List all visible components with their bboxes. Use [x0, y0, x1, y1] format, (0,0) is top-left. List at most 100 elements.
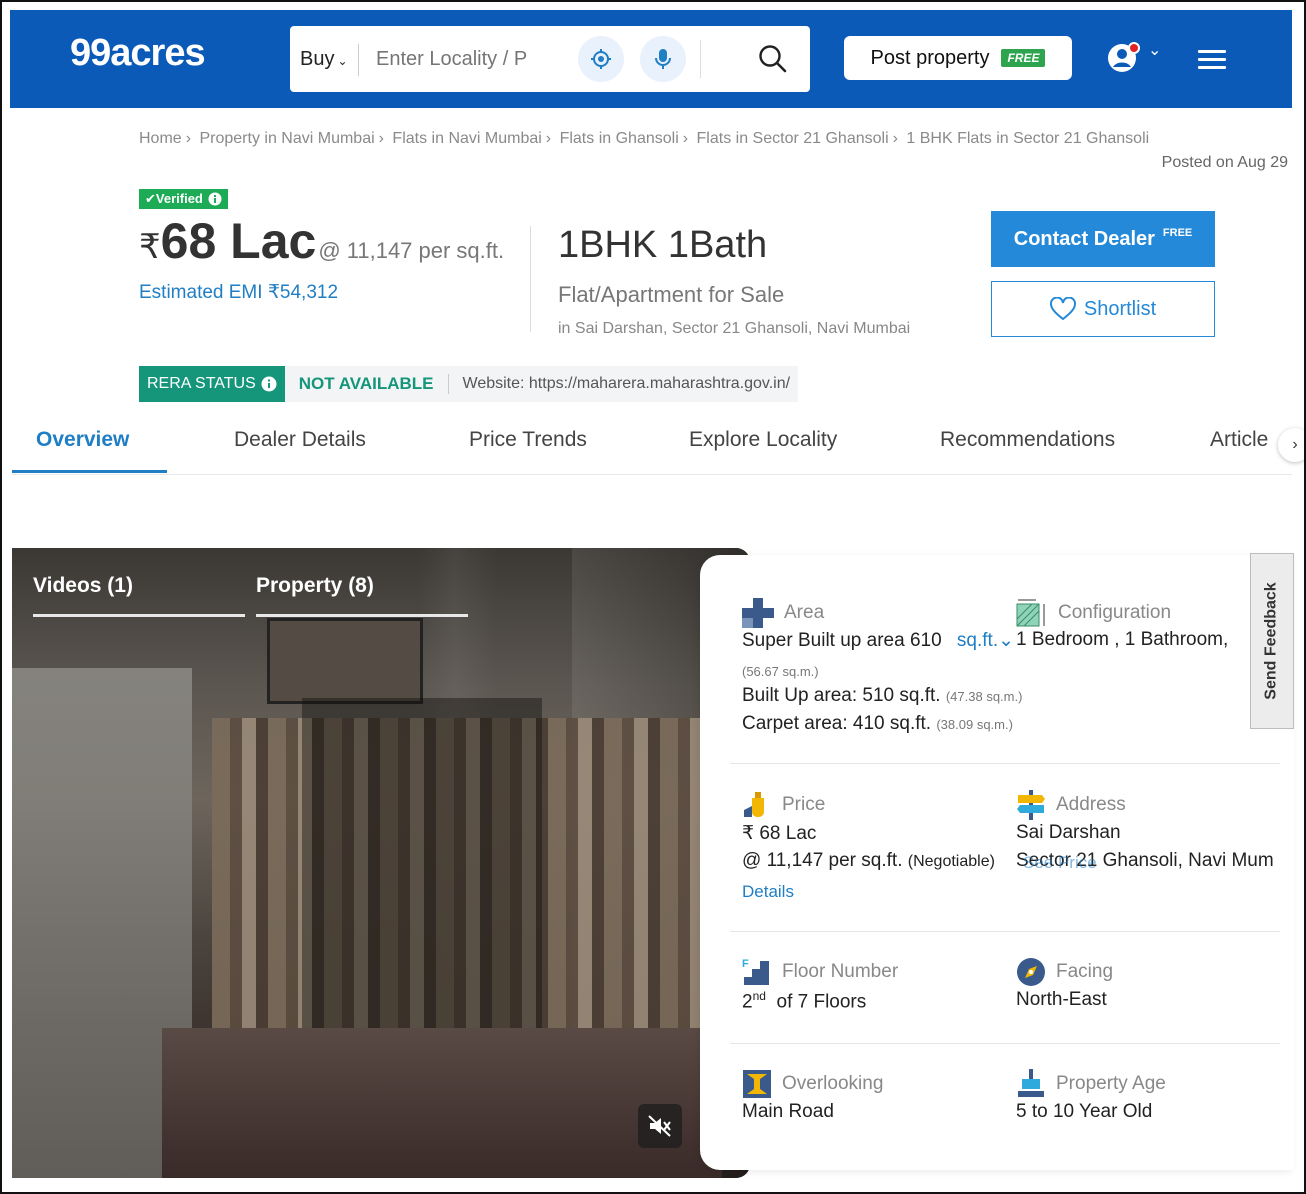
site-logo[interactable]: 99acres — [70, 32, 206, 75]
user-menu-button[interactable] — [1106, 40, 1142, 81]
section-tabs: Overview Dealer Details Price Trends Exp… — [12, 416, 1304, 475]
facing-value: North-East — [1016, 989, 1107, 1010]
price-per-sqft: @ 11,147 per sq.ft. — [318, 238, 505, 263]
mute-toggle-button[interactable] — [638, 1104, 682, 1148]
rera-status-value: NOT AVAILABLE — [285, 374, 449, 394]
floor-number: 2 — [742, 991, 753, 1013]
shortlist-button[interactable]: Shortlist — [991, 281, 1215, 337]
chevron-down-icon[interactable]: ⌄ — [1148, 40, 1161, 60]
signpost-icon — [1017, 790, 1045, 820]
price-details-link-text[interactable]: Details — [742, 882, 794, 901]
post-property-button[interactable]: Post property FREE — [844, 36, 1072, 80]
microphone-icon — [655, 49, 671, 69]
overlooking-label: Overlooking — [782, 1073, 884, 1094]
tab-dealer-details[interactable]: Dealer Details — [234, 428, 366, 452]
tab-recommendations[interactable]: Recommendations — [940, 428, 1115, 452]
tabs-scroll-right-button[interactable]: › — [1278, 428, 1304, 462]
super-built-up-sqm: (56.67 sq.m.) — [742, 664, 819, 679]
property-type: Flat/Apartment for Sale — [558, 282, 785, 307]
video-frame-painting — [267, 618, 423, 704]
breadcrumb-item[interactable]: Flats in Sector 21 Ghansoli — [697, 130, 889, 147]
super-built-up-value: Super Built up area 610 — [742, 630, 942, 651]
facing-label-row: Facing — [1016, 958, 1113, 986]
carpet-sqm: (38.09 sq.m.) — [936, 717, 1013, 732]
page-frame: 99acres Buy⌄ Post property FREE ⌄ — [0, 0, 1306, 1194]
hamburger-menu-button[interactable] — [1198, 50, 1226, 74]
buy-dropdown[interactable]: Buy ⌄ — [300, 48, 348, 71]
shortlist-label: Shortlist — [1083, 297, 1157, 320]
info-icon[interactable] — [261, 376, 277, 392]
area-label: Area — [784, 602, 825, 623]
unit-toggle-link[interactable]: sq.ft. — [957, 630, 998, 651]
area-section: Area — [742, 598, 1022, 628]
property-location: in Sai Darshan, Sector 21 Ghansoli, Navi… — [558, 320, 911, 337]
free-badge: FREE — [1001, 49, 1046, 67]
breadcrumb-item[interactable]: Flats in Ghansoli — [560, 130, 679, 147]
floor-number-icon: F — [742, 958, 769, 985]
svg-text:F: F — [742, 958, 749, 970]
breadcrumb-item[interactable]: Home — [139, 130, 182, 147]
verified-label: ✔Verified — [145, 191, 203, 206]
menu-bar — [1198, 58, 1226, 61]
menu-bar — [1198, 66, 1226, 69]
address-label: Address — [1056, 794, 1126, 815]
address-section: Address — [1016, 790, 1126, 820]
breadcrumb-item: 1 BHK Flats in Sector 21 Ghansoli — [906, 130, 1150, 147]
buy-dropdown-label: Buy — [300, 48, 335, 70]
price-detail-value: ₹ 68 Lac — [742, 823, 817, 844]
locality-search-input[interactable] — [374, 40, 558, 78]
facing-label: Facing — [1056, 961, 1114, 982]
breadcrumb: Home › Property in Navi Mumbai › Flats in … — [139, 130, 1149, 148]
facing-section: Facing — [1016, 958, 1113, 986]
contact-dealer-button[interactable]: Contact Dealer FREE — [991, 211, 1215, 267]
breadcrumb-item[interactable]: Property in Navi Mumbai — [199, 130, 374, 147]
floor-plan-icon — [1016, 599, 1045, 627]
floor-label: Floor Number — [782, 961, 899, 982]
price-value: 68 Lac — [160, 213, 317, 269]
verified-badge: ✔Verified — [139, 189, 228, 209]
area-icon — [742, 598, 774, 628]
rera-status-bar: RERA STATUS NOT AVAILABLE Website: https… — [139, 366, 799, 402]
voice-search-button[interactable] — [640, 36, 686, 82]
media-tab-underline — [256, 614, 468, 617]
send-feedback-button[interactable]: Send Feedback — [1250, 553, 1294, 729]
see-price-overlay-link[interactable]: See Price — [1023, 853, 1097, 873]
chevron-right-icon: › — [1292, 436, 1298, 453]
super-built-up-area: Super Built up area 610 sq.ft.⌄ — [742, 629, 1014, 652]
breadcrumb-separator: › — [892, 130, 898, 147]
price-per-sqft-detail: @ 11,147 per sq.ft. (Negotiable) — [742, 850, 995, 872]
building-age-icon — [1018, 1069, 1044, 1097]
locate-me-button[interactable] — [578, 36, 624, 82]
price-label: Price — [782, 794, 826, 815]
address-line1: Sai Darshan — [1016, 822, 1121, 843]
posted-date: Posted on Aug 29 — [1161, 154, 1288, 171]
tab-overview[interactable]: Overview — [36, 428, 129, 452]
tab-explore-locality[interactable]: Explore Locality — [689, 428, 837, 452]
tab-price-trends[interactable]: Price Trends — [469, 428, 587, 452]
chevron-down-icon[interactable]: ⌄ — [998, 630, 1014, 651]
carpet-value: Carpet area: 410 sq.ft. — [742, 713, 932, 734]
rera-status-label: RERA STATUS — [139, 366, 285, 402]
overlooking-section: Overlooking — [742, 1070, 883, 1098]
send-feedback-label: Send Feedback — [1263, 582, 1280, 700]
floor-value: 2nd of 7 Floors — [742, 989, 866, 1013]
info-icon[interactable] — [208, 192, 222, 206]
configuration-label: Configuration — [1058, 602, 1172, 623]
breadcrumb-item[interactable]: Flats in Navi Mumbai — [392, 130, 541, 147]
property-age-label-row: Property Age — [1016, 1069, 1166, 1098]
tab-articles[interactable]: Article — [1210, 428, 1268, 452]
search-button[interactable] — [758, 44, 788, 79]
search-icon — [759, 45, 787, 73]
breadcrumb-separator: › — [185, 130, 192, 147]
bhk-configuration: 1BHK 1Bath — [558, 224, 768, 266]
property-media-viewer[interactable]: Videos (1) Property (8) — [12, 548, 750, 1178]
media-tab-property-photos[interactable]: Property (8) — [256, 574, 374, 598]
media-tab-videos[interactable]: Videos (1) — [33, 574, 133, 598]
price-block: ₹ 68 Lac @ 11,147 per sq.ft. — [139, 212, 504, 270]
window-view-icon — [743, 1070, 771, 1098]
top-navbar: 99acres Buy⌄ Post property FREE ⌄ — [10, 10, 1292, 108]
price-section: Price — [742, 791, 825, 819]
estimated-emi-link[interactable]: Estimated EMI ₹54,312 — [139, 281, 338, 304]
price-details-link[interactable]: Details — [742, 882, 794, 902]
property-age-section: Property Age — [1016, 1069, 1166, 1098]
